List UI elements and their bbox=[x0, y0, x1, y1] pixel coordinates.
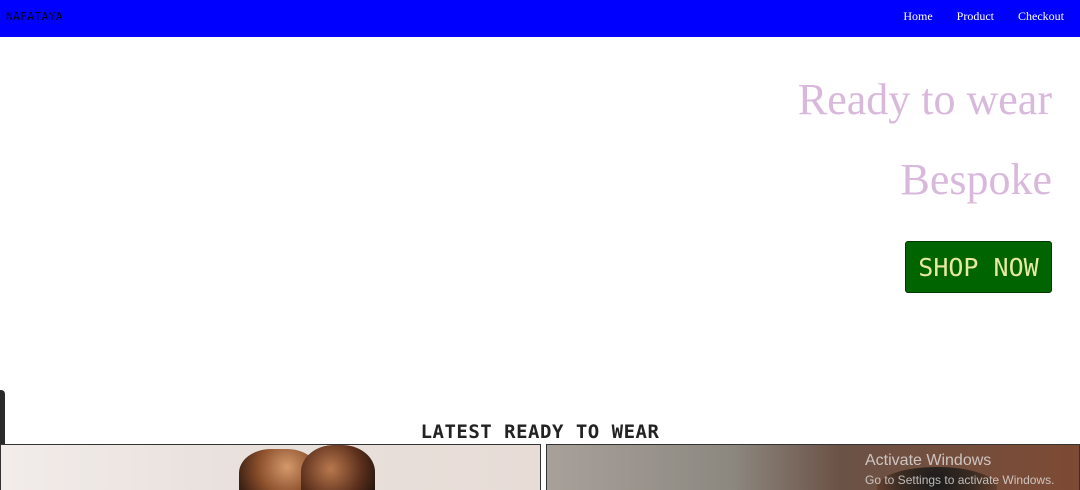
watermark-title: Activate Windows bbox=[865, 452, 992, 469]
section-title: LATEST READY TO WEAR bbox=[420, 421, 660, 443]
activate-windows-watermark: Activate Windows Go to Settings to activ… bbox=[865, 452, 1054, 487]
hero-heading-bespoke: Bespoke bbox=[900, 155, 1052, 204]
watermark-subtitle: Go to Settings to activate Windows. bbox=[865, 473, 1055, 487]
brand-logo[interactable]: NAFATAYA bbox=[6, 10, 63, 23]
nav-link-product[interactable]: Product bbox=[957, 9, 994, 24]
nav-link-checkout[interactable]: Checkout bbox=[1018, 9, 1064, 24]
nav-link-home[interactable]: Home bbox=[903, 9, 932, 24]
product-image[interactable] bbox=[1, 445, 540, 490]
shop-now-button[interactable]: SHOP NOW bbox=[905, 241, 1052, 293]
hero-heading-ready-to-wear: Ready to wear bbox=[797, 75, 1052, 124]
page: NAFATAYA Home Product Checkout Ready to … bbox=[0, 0, 1080, 490]
nav-links: Home Product Checkout bbox=[903, 9, 1064, 24]
top-navbar: NAFATAYA Home Product Checkout bbox=[0, 0, 1080, 37]
product-card[interactable] bbox=[0, 444, 541, 490]
product-image-detail bbox=[301, 445, 375, 490]
